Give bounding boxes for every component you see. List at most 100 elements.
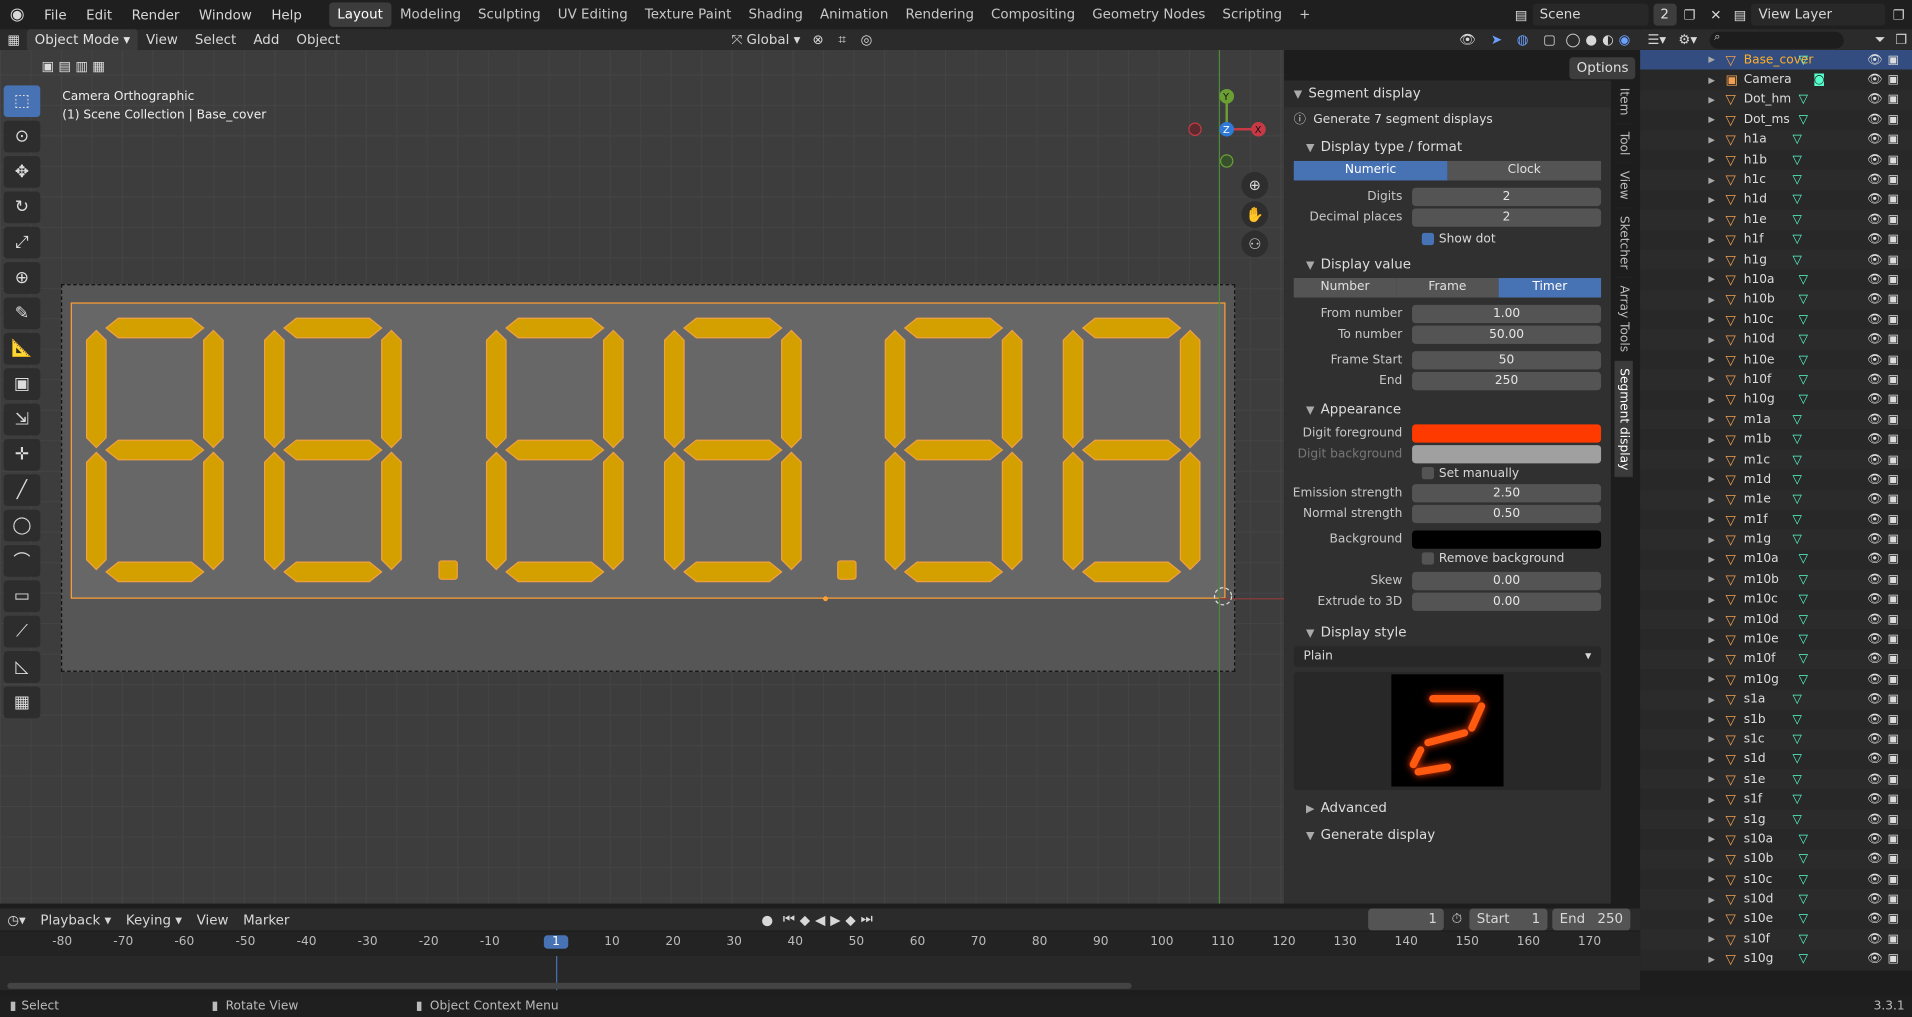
tab-shading[interactable]: Shading	[740, 2, 812, 26]
start-frame-field[interactable]: Start 1	[1469, 908, 1548, 931]
visibility-icon[interactable]: 👁	[1867, 253, 1882, 266]
outliner-row[interactable]: ▶ ▽ m1e ▽ 👁 ▣	[1640, 489, 1912, 510]
rotate-icon[interactable]: ↻	[3, 191, 41, 224]
expand-icon[interactable]: ▶	[1708, 795, 1715, 805]
visibility-icon[interactable]: 👁	[1867, 753, 1882, 766]
add-line-icon[interactable]: ╱	[3, 474, 41, 507]
view-layer-field[interactable]: View Layer	[1751, 3, 1886, 26]
expand-icon[interactable]: ▶	[1708, 215, 1715, 225]
visibility-icon[interactable]: 👁	[1867, 233, 1882, 246]
visibility-icon[interactable]: 👁	[1867, 713, 1882, 726]
object-name[interactable]: h10e	[1744, 353, 1775, 366]
outliner-row[interactable]: ▶ ▽ s1d ▽ 👁 ▣	[1640, 750, 1912, 770]
visibility-icon[interactable]: 👁	[1867, 413, 1882, 426]
timeline-track[interactable]	[0, 956, 1641, 991]
expand-icon[interactable]: ▶	[1708, 755, 1715, 765]
expand-icon[interactable]: ▶	[1708, 815, 1715, 825]
visibility-icon[interactable]: 👁	[1867, 933, 1882, 946]
outliner-row[interactable]: ▶ ▽ Base_cover ▽ 👁 ▣	[1640, 49, 1912, 70]
extrude-icon[interactable]: ⇲	[3, 403, 41, 436]
expand-icon[interactable]: ▶	[1708, 675, 1715, 685]
visibility-icon[interactable]: 👁	[1867, 873, 1882, 886]
zoom-icon[interactable]: ⊕	[1241, 171, 1269, 199]
render-icon[interactable]: ▣	[1888, 253, 1900, 266]
expand-icon[interactable]: ▶	[1708, 155, 1715, 165]
display-mode-icon[interactable]: ⚙▾	[1673, 32, 1702, 48]
render-icon[interactable]: ▣	[1888, 53, 1900, 66]
render-icon[interactable]: ▣	[1888, 193, 1900, 206]
visibility-icon[interactable]: 👁	[1867, 493, 1882, 506]
object-name[interactable]: m10g	[1744, 673, 1779, 686]
visibility-icon[interactable]: 👁	[1867, 373, 1882, 386]
object-name[interactable]: s10c	[1744, 873, 1773, 886]
filter-icon[interactable]: ⏷	[1870, 31, 1891, 48]
visibility-icon[interactable]: 👁	[1867, 553, 1882, 566]
editor-type-icon[interactable]: ▦	[0, 32, 27, 48]
expand-icon[interactable]: ▶	[1708, 235, 1715, 245]
gizmo-toggle-icon[interactable]: ➤	[1484, 32, 1510, 48]
object-name[interactable]: m1g	[1744, 533, 1771, 546]
expand-icon[interactable]: ▶	[1708, 855, 1715, 865]
expand-icon[interactable]: ▶	[1708, 735, 1715, 745]
object-name[interactable]: h1e	[1744, 213, 1767, 226]
object-name[interactable]: s10f	[1744, 933, 1770, 946]
next-keyframe-icon[interactable]: ◆	[843, 912, 858, 928]
render-icon[interactable]: ▣	[1888, 393, 1900, 406]
tab-geometry-nodes[interactable]: Geometry Nodes	[1084, 2, 1214, 26]
play-icon[interactable]: ▶	[828, 912, 843, 928]
expand-icon[interactable]: ▶	[1708, 495, 1715, 505]
object-name[interactable]: Camera	[1744, 73, 1792, 86]
render-icon[interactable]: ▣	[1888, 433, 1900, 446]
add-cube-icon[interactable]: ▣	[3, 368, 41, 400]
frame-option[interactable]: Frame	[1396, 278, 1499, 298]
expand-icon[interactable]: ▶	[1708, 135, 1715, 145]
object-name[interactable]: h10g	[1744, 393, 1775, 406]
outliner-row[interactable]: ▶ ▽ s10c ▽ 👁 ▣	[1640, 869, 1912, 889]
render-icon[interactable]: ▣	[1888, 333, 1900, 346]
outliner-row[interactable]: ▶ ▽ s1e ▽ 👁 ▣	[1640, 769, 1912, 790]
expand-icon[interactable]: ▶	[1708, 575, 1715, 585]
visibility-icon[interactable]: 👁	[1867, 613, 1882, 626]
visibility-icon[interactable]: 👁	[1867, 93, 1882, 106]
object-name[interactable]: h1b	[1744, 153, 1767, 166]
outliner-row[interactable]: ▶ ▽ s10f ▽ 👁 ▣	[1640, 929, 1912, 950]
timeline-ruler[interactable]: -80 -70 -60 -50 -40 -30 -20 -10 1 10 20 30 40 50 60 70 8…	[0, 931, 1641, 957]
outliner-row[interactable]: ▶ ▽ m10d ▽ 👁 ▣	[1640, 609, 1912, 630]
visibility-icon[interactable]: 👁	[1867, 293, 1882, 306]
outliner-row[interactable]: ▶ ▽ h10a ▽ 👁 ▣	[1640, 270, 1912, 290]
expand-icon[interactable]: ▶	[1708, 515, 1715, 525]
to-number-field[interactable]: 50.00	[1412, 324, 1602, 344]
expand-icon[interactable]: ▶	[1708, 335, 1715, 345]
render-icon[interactable]: ▣	[1888, 273, 1900, 286]
expand-icon[interactable]: ▶	[1708, 95, 1715, 105]
outliner-row[interactable]: ▶ ▽ h10d ▽ 👁 ▣	[1640, 329, 1912, 350]
outliner-row[interactable]: ▶ ▽ m1a ▽ 👁 ▣	[1640, 409, 1912, 430]
render-icon[interactable]: ▣	[1888, 293, 1900, 306]
playback-menu[interactable]: Playback ▾	[33, 912, 119, 928]
render-icon[interactable]: ▣	[1888, 453, 1900, 466]
outliner-row[interactable]: ▶ ▽ h1a ▽ 👁 ▣	[1640, 129, 1912, 150]
visibility-icon[interactable]: 👁	[1867, 833, 1882, 846]
render-icon[interactable]: ▣	[1888, 213, 1900, 226]
outliner-row[interactable]: ▶ ▽ s1b ▽ 👁 ▣	[1640, 710, 1912, 730]
object-name[interactable]: s1e	[1744, 773, 1766, 786]
tab-sculpting[interactable]: Sculpting	[470, 2, 550, 26]
outliner-row[interactable]: ▶ ▽ m1d ▽ 👁 ▣	[1640, 470, 1912, 490]
render-icon[interactable]: ▣	[1888, 93, 1900, 106]
outliner-row[interactable]: ▶ ▽ s10e ▽ 👁 ▣	[1640, 909, 1912, 929]
menu-add[interactable]: Add	[245, 32, 288, 48]
render-icon[interactable]: ▣	[1888, 913, 1900, 926]
menu-select[interactable]: Select	[186, 32, 244, 48]
visibility-icon[interactable]: 👁	[1867, 53, 1882, 66]
expand-icon[interactable]: ▶	[1708, 955, 1715, 965]
camera-view-icon[interactable]: ⚇	[1241, 230, 1269, 258]
keying-menu[interactable]: Keying ▾	[119, 912, 190, 928]
object-name[interactable]: h1g	[1744, 253, 1767, 266]
outliner-row[interactable]: ▶ ▽ s10d ▽ 👁 ▣	[1640, 889, 1912, 910]
pivot-icon[interactable]: ⊗	[805, 32, 831, 48]
navigation-gizmo[interactable]: Y Z X	[1183, 87, 1274, 178]
outliner-row[interactable]: ▶ ▽ Dot_hm ▽ 👁 ▣	[1640, 89, 1912, 110]
render-icon[interactable]: ▣	[1888, 313, 1900, 326]
xray-icon[interactable]: ▢	[1536, 32, 1563, 48]
numeric-option[interactable]: Numeric	[1293, 160, 1448, 181]
